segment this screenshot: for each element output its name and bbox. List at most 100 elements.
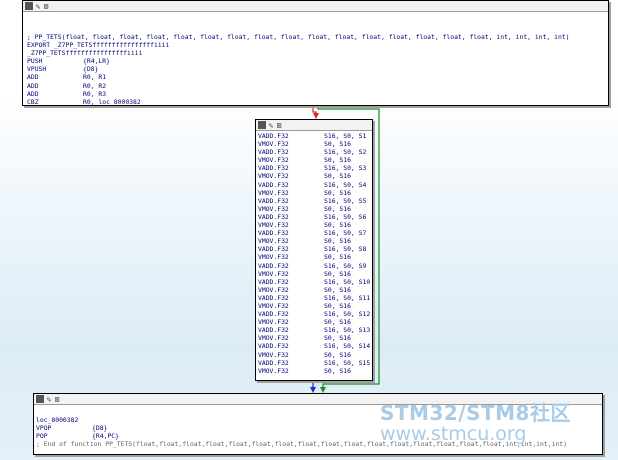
block-header[interactable]: ✎ ⊠	[256, 120, 372, 131]
block-color-icon[interactable]: ✎	[35, 3, 41, 11]
instruction-operands: S0, S16	[324, 237, 351, 246]
block-group-icon[interactable]: ⊠	[276, 122, 282, 130]
instruction-mnemonic: VADD.F32	[258, 277, 289, 286]
instruction-line: VMOV.F32 S0, S16	[258, 189, 372, 197]
code-label: loc_8000382	[36, 416, 79, 424]
instruction-line: VADD.F32 S16, S0, S2	[258, 148, 372, 156]
instruction-line: VMOV.F32 S0, S16	[258, 253, 372, 261]
instruction-line: VMOV.F32 S0, S16	[258, 205, 372, 213]
instruction-mnemonic: VMOV.F32	[258, 334, 289, 343]
instruction-operands: S0, S16	[324, 221, 351, 230]
instruction-line: VMOV.F32 S0, S16	[258, 286, 372, 294]
instruction-mnemonic: VADD.F32	[258, 212, 289, 221]
instruction-mnemonic: VMOV.F32	[258, 285, 289, 294]
instruction-line: VMOV.F32 S0, S16	[258, 318, 372, 326]
watermark-url: www.stmcu.org	[380, 423, 527, 445]
instruction-operands: S0, S16	[324, 366, 351, 375]
instruction-mnemonic: VPUSH	[27, 65, 47, 74]
instruction-operands: S0, S16	[324, 301, 351, 310]
instruction-line: PUSH {R4,LR}	[27, 57, 608, 65]
block-group-icon[interactable]: ⊠	[43, 3, 49, 11]
block-color-icon[interactable]: ✎	[268, 122, 274, 130]
instruction-line: VADD.F32 S16, S0, S3	[258, 164, 372, 172]
instruction-mnemonic: VADD.F32	[258, 164, 289, 173]
block-header[interactable]: ✎ ⊠	[23, 1, 608, 12]
instruction-line: VPUSH {D8}	[27, 65, 608, 73]
block-group-icon[interactable]: ⊠	[54, 396, 60, 404]
instruction-mnemonic: VMOV.F32	[258, 156, 289, 165]
instruction-mnemonic: VADD.F32	[258, 326, 289, 335]
instruction-mnemonic: PUSH	[27, 57, 43, 66]
instruction-mnemonic: VMOV.F32	[258, 318, 289, 327]
instruction-operands: S0, S16	[324, 334, 351, 343]
instruction-line: VMOV.F32 S0, S16	[258, 237, 372, 245]
instruction-mnemonic: VADD.F32	[258, 342, 289, 351]
instruction-mnemonic: ADD	[27, 73, 39, 82]
instruction-operands: S16, S0, S9	[324, 261, 367, 270]
code-comment: ; PP_TETS(float, float, float, float, fl…	[27, 33, 570, 41]
instruction-mnemonic: VADD.F32	[258, 310, 289, 319]
instruction-line: VADD.F32 S16, S0, S12	[258, 310, 372, 318]
instruction-operands: {D8}	[92, 424, 108, 433]
instruction-mnemonic: VMOV.F32	[258, 253, 289, 262]
instruction-mnemonic: VMOV.F32	[258, 221, 289, 230]
instruction-operands: S16, S0, S14	[324, 342, 371, 351]
code-block-function-entry[interactable]: ✎ ⊠ ; PP_TETS(float, float, float, float…	[22, 0, 609, 106]
instruction-operands: {D8}	[83, 65, 99, 74]
instruction-mnemonic: VADD.F32	[258, 229, 289, 238]
instruction-line: VADD.F32 S16, S0, S1	[258, 132, 372, 140]
block-menu-icon[interactable]	[25, 2, 33, 10]
instruction-mnemonic: VADD.F32	[258, 261, 289, 270]
instruction-mnemonic: CBZ	[27, 97, 39, 106]
instruction-mnemonic: VADD.F32	[258, 293, 289, 302]
instruction-mnemonic: ADD	[27, 81, 39, 90]
instruction-mnemonic: VADD.F32	[258, 132, 289, 140]
instruction-operands: S16, S0, S12	[324, 310, 371, 319]
instruction-line: VADD.F32 S16, S0, S10	[258, 278, 372, 286]
instruction-line: VMOV.F32 S0, S16	[258, 156, 372, 164]
instruction-mnemonic: VMOV.F32	[258, 350, 289, 359]
instruction-line: VADD.F32 S16, S0, S4	[258, 181, 372, 189]
instruction-operands: S0, S16	[324, 318, 351, 327]
instruction-line: ADD R0, R2	[27, 82, 608, 90]
block-menu-icon[interactable]	[36, 395, 44, 403]
instruction-mnemonic: VMOV.F32	[258, 237, 289, 246]
watermark: STM32/STM8社区 www.stmcu.org	[380, 402, 616, 444]
instruction-operands: S16, S0, S10	[324, 277, 371, 286]
instruction-operands: S0, S16	[324, 188, 351, 197]
instruction-line: VADD.F32 S16, S0, S14	[258, 342, 372, 350]
instruction-line: VMOV.F32 S0, S16	[258, 140, 372, 148]
block-color-icon[interactable]: ✎	[46, 396, 52, 404]
instruction-operands: S0, S16	[324, 253, 351, 262]
block-code-listing: ; PP_TETS(float, float, float, float, fl…	[23, 12, 608, 106]
instruction-operands: R0, loc_8000382	[83, 97, 141, 106]
instruction-line: VADD.F32 S16, S0, S15	[258, 359, 372, 367]
instruction-line: ADD R0, R1	[27, 73, 608, 81]
instruction-line: ADD R0, R3	[27, 90, 608, 98]
instruction-operands: R0, R1	[83, 73, 107, 82]
instruction-operands: R0, R2	[83, 81, 107, 90]
instruction-mnemonic: VMOV.F32	[258, 366, 289, 375]
instruction-mnemonic: VADD.F32	[258, 180, 289, 189]
instruction-operands: S16, S0, S1	[324, 132, 367, 140]
comment-line: ; PP_TETS(float, float, float, float, fl…	[27, 33, 608, 41]
instruction-line: VMOV.F32 S0, S16	[258, 367, 372, 375]
instruction-operands: S0, S16	[324, 172, 351, 181]
code-block-float-adds[interactable]: ✎ ⊠ VADD.F32 S16, S0, S1 VMOV.F32 S0, S16 VA…	[255, 119, 373, 381]
edge-fallthrough	[310, 379, 316, 393]
instruction-operands: S0, S16	[324, 269, 351, 278]
instruction-mnemonic: ADD	[27, 89, 39, 98]
instruction-line: VADD.F32 S16, S0, S6	[258, 213, 372, 221]
instruction-line: VMOV.F32 S0, S16	[258, 302, 372, 310]
instruction-mnemonic: VMOV.F32	[258, 269, 289, 278]
instruction-operands: S0, S16	[324, 156, 351, 165]
instruction-line: VADD.F32 S16, S0, S13	[258, 326, 372, 334]
instruction-mnemonic: VADD.F32	[258, 196, 289, 205]
block-menu-icon[interactable]	[258, 121, 266, 129]
instruction-operands: S16, S0, S11	[324, 293, 371, 302]
instruction-operands: S16, S0, S15	[324, 358, 371, 367]
instruction-line: VADD.F32 S16, S0, S8	[258, 245, 372, 253]
instruction-line: VADD.F32 S16, S0, S11	[258, 294, 372, 302]
instruction-mnemonic: VMOV.F32	[258, 301, 289, 310]
instruction-operands: S0, S16	[324, 285, 351, 294]
